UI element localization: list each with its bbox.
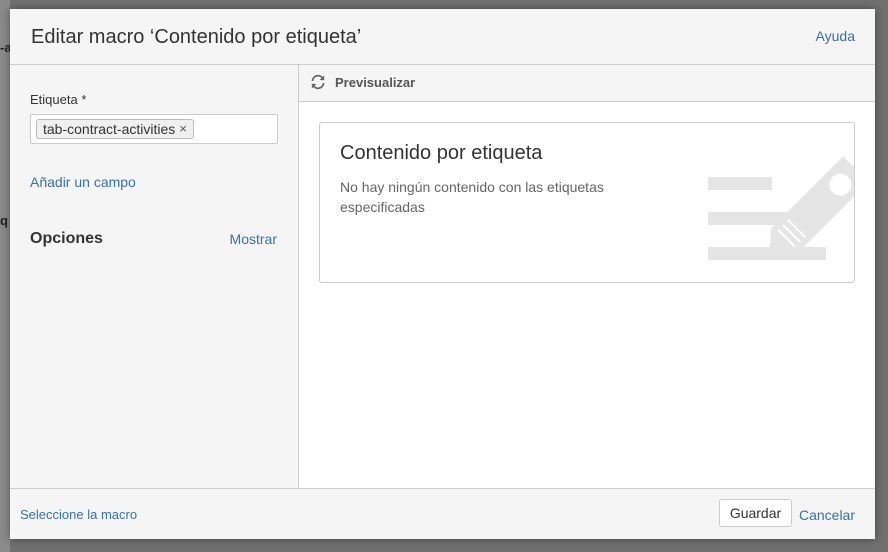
preview-toolbar: Previsualizar [299, 65, 875, 102]
save-button[interactable]: Guardar [719, 499, 792, 527]
add-field-link[interactable]: Añadir un campo [30, 174, 136, 190]
background-page [0, 0, 10, 552]
tag-chip-label: tab-contract-activities [43, 121, 176, 137]
preview-card: Contenido por etiqueta No hay ningún con… [319, 122, 855, 283]
preview-panel: Previsualizar Contenido por etiqueta No … [299, 65, 875, 488]
tag-illustration-icon [708, 156, 854, 260]
label-field-label: Etiqueta * [30, 92, 87, 107]
edit-macro-dialog: Editar macro ‘Contenido por etiqueta’ Ay… [10, 9, 875, 539]
select-macro-link[interactable]: Seleccione la macro [20, 507, 137, 522]
label-input[interactable]: tab-contract-activities × [30, 114, 278, 144]
dialog-title: Editar macro ‘Contenido por etiqueta’ [31, 26, 362, 48]
options-heading: Opciones [30, 230, 103, 247]
dialog-footer: Seleccione la macro Guardar Cancelar [10, 488, 875, 539]
dialog-header: Editar macro ‘Contenido por etiqueta’ Ay… [10, 9, 875, 65]
macro-parameters-panel: Etiqueta * tab-contract-activities × Aña… [10, 65, 299, 488]
tag-chip: tab-contract-activities × [36, 119, 194, 139]
refresh-icon[interactable] [310, 74, 326, 90]
preview-label: Previsualizar [335, 75, 416, 90]
empty-state-message: No hay ningún contenido con las etiqueta… [340, 179, 604, 215]
help-link[interactable]: Ayuda [816, 28, 855, 44]
cancel-link[interactable]: Cancelar [799, 507, 855, 523]
remove-tag-icon[interactable]: × [179, 120, 187, 138]
show-options-link[interactable]: Mostrar [230, 231, 277, 247]
background-page-fragment: -a [0, 40, 10, 55]
preview-card-title: Contenido por etiqueta [340, 142, 543, 164]
background-page-fragment: q [0, 213, 8, 228]
